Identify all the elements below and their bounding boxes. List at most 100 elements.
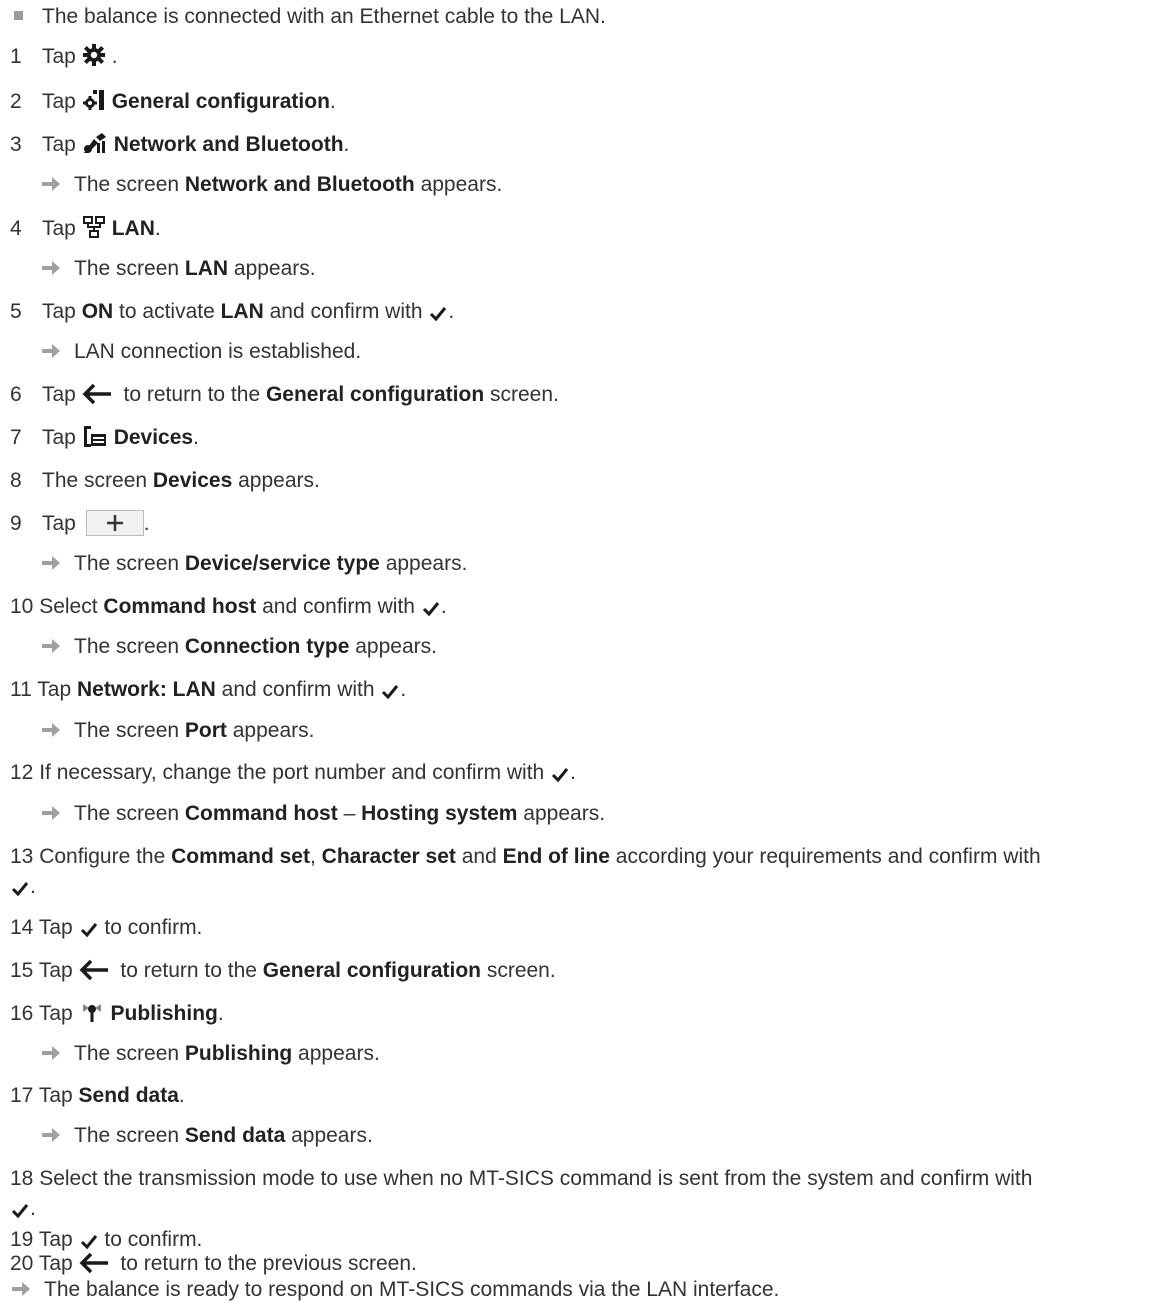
step-text: Tap [38, 959, 79, 982]
step-text: . [217, 1002, 224, 1025]
step-text: . [329, 90, 336, 113]
step-text: Select the transmission mode to use when… [39, 1167, 1033, 1190]
step-text: . [343, 133, 350, 156]
result-text: appears. [517, 802, 606, 825]
step-bold-text: Command set [171, 845, 310, 868]
result-arrow-icon [42, 1128, 60, 1142]
instruction-document: The balance is connected with an Etherne… [0, 0, 1166, 1305]
step-text: to activate [113, 300, 221, 323]
checkmark-icon [430, 307, 447, 322]
step-number: 16 [10, 1002, 34, 1025]
step-text: . [30, 1197, 36, 1220]
step-text: Tap [42, 426, 82, 449]
arrow-left-icon [79, 1252, 108, 1274]
step-number: 18 [10, 1167, 34, 1190]
step-18-continuation: . [10, 1194, 36, 1224]
step-text: . [193, 426, 199, 449]
step-text: Tap [42, 512, 82, 535]
result-text: The screen [74, 1042, 185, 1065]
checkmark-icon [80, 923, 97, 938]
result-bold-text: Connection type [184, 635, 350, 658]
result-text: appears. [285, 1124, 373, 1147]
checkmark-icon [382, 685, 399, 700]
step-2: 2 Tap General configuration. [0, 87, 336, 117]
step-13-continuation: . [10, 872, 36, 902]
step-bold-text: LAN [220, 300, 264, 323]
network-bluetooth-icon [83, 133, 106, 153]
lan-icon [82, 216, 105, 238]
step-bold-text: End of line [502, 845, 610, 868]
step-text: Tap [42, 45, 82, 68]
step-17: 17 Tap Send data. [0, 1081, 185, 1111]
step-text: The screen [42, 469, 153, 492]
step-text: to confirm. [98, 916, 203, 939]
step-text: . [30, 875, 36, 898]
step-number: 12 [10, 761, 34, 784]
step-bold-text: Send data [78, 1084, 179, 1107]
result-text: appears. [414, 173, 503, 196]
step-number: 1 [10, 45, 22, 68]
step-bold-text: ON [81, 300, 114, 323]
step-9-result: The screen Device/service type appears. [0, 549, 467, 579]
step-text: Tap [37, 678, 77, 701]
step-text: screen. [481, 959, 556, 982]
step-number: 5 [10, 300, 22, 323]
step-text: . [570, 761, 576, 784]
publishing-icon [82, 1004, 101, 1022]
step-bold-text: Command host [103, 595, 257, 618]
step-number: 4 [10, 217, 22, 240]
step-5: 5 Tap ON to activate LAN and confirm with… [0, 297, 454, 327]
checkmark-icon [11, 882, 29, 897]
result-arrow-icon [42, 556, 60, 570]
step-text: to return to the [114, 959, 263, 982]
step-7: 7 Tap Devices. [0, 423, 199, 453]
add-button[interactable] [85, 510, 144, 536]
step-12-result: The screen Command host – Hosting system… [0, 799, 605, 829]
step-16-result: The screen Publishing appears. [0, 1039, 380, 1069]
step-number: 7 [10, 426, 22, 449]
result-arrow-icon [42, 639, 60, 653]
checkmark-icon [422, 602, 439, 617]
step-text: Tap [38, 1084, 79, 1107]
result-text: The screen [74, 635, 185, 658]
result-text: appears. [349, 635, 437, 658]
step-text: Tap [38, 1002, 79, 1025]
result-text: The screen [74, 552, 185, 575]
step-bold-text: General configuration [111, 90, 330, 113]
result-bold-text: Hosting system [361, 802, 518, 825]
result-text: appears. [379, 552, 468, 575]
result-arrow-icon [42, 261, 60, 275]
result-text: The screen [74, 802, 185, 825]
step-16: 16 Tap Publishing. [0, 999, 224, 1029]
step-text: to return to the previous screen. [114, 1252, 417, 1275]
step-4-result: The screen LAN appears. [0, 254, 316, 284]
step-text: Tap [38, 916, 79, 939]
result-text: appears. [292, 1042, 380, 1065]
step-11-result: The screen Port appears. [0, 716, 314, 746]
step-18: 18 Select the transmission mode to use w… [0, 1164, 1032, 1194]
step-number: 3 [10, 133, 22, 156]
step-text: Tap [42, 300, 82, 323]
step-number: 9 [10, 512, 22, 535]
step-bold-text: Devices [113, 426, 194, 449]
result-bold-text: Device/service type [184, 552, 380, 575]
result-arrow-icon [42, 806, 60, 820]
result-text: The screen [74, 257, 185, 280]
step-text: If necessary, change the port number and… [39, 761, 551, 784]
step-number: 14 [10, 916, 34, 939]
precondition-text: The balance is connected with an Etherne… [42, 5, 606, 28]
step-bold-text: Network: LAN [76, 678, 216, 701]
result-text: appears. [228, 257, 316, 280]
step-bold-text: Network and Bluetooth [113, 133, 344, 156]
step-10: 10 Select Command host and confirm with … [0, 592, 447, 622]
step-text: Tap [42, 217, 82, 240]
step-text: and confirm with [256, 595, 421, 618]
step-11: 11 Tap Network: LAN and confirm with . [0, 675, 406, 705]
general-configuration-icon [82, 90, 104, 110]
result-arrow-icon [42, 1046, 60, 1060]
step-text: Select [39, 595, 104, 618]
step-bold-text: LAN [111, 217, 155, 240]
step-text: . [400, 678, 407, 701]
step-text: . [448, 300, 455, 323]
step-9: 9 Tap . [0, 509, 150, 539]
